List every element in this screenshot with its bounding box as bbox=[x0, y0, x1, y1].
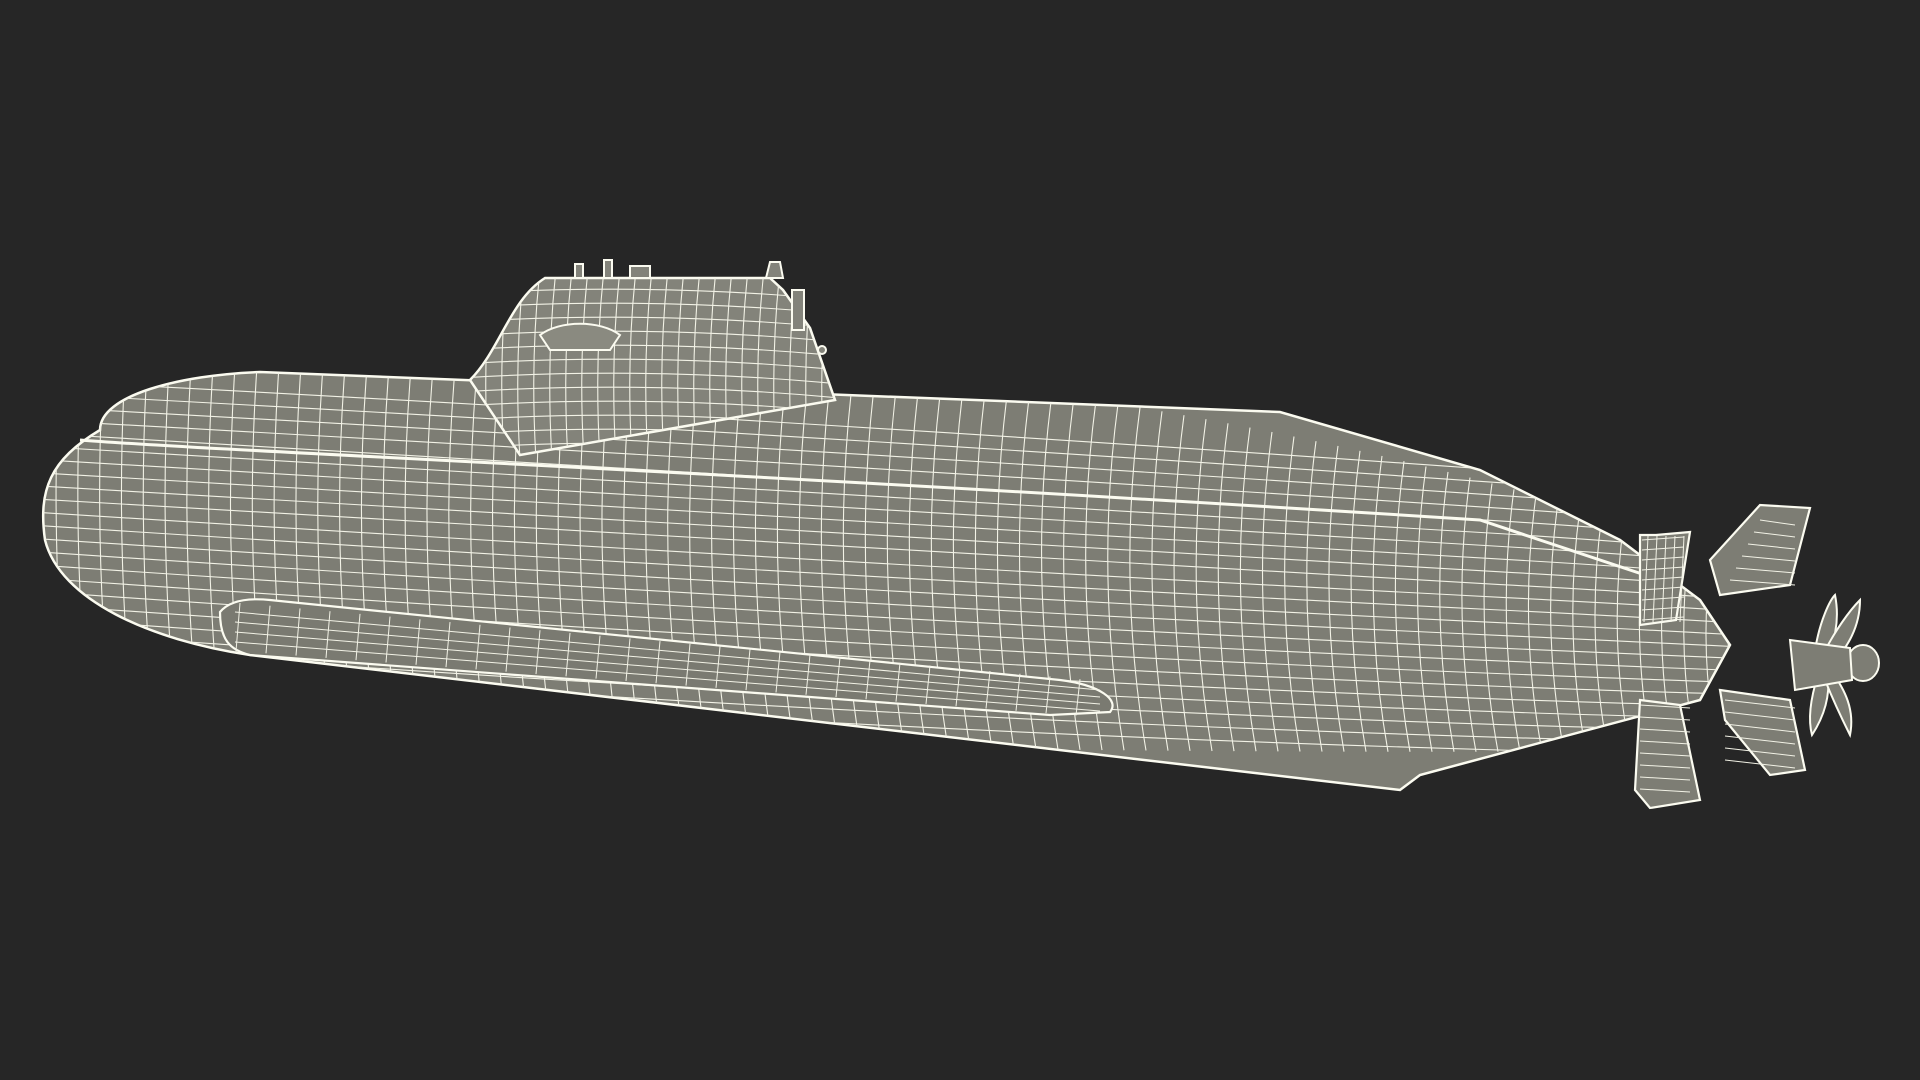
propeller bbox=[1788, 592, 1880, 739]
upper-fin-rear bbox=[1708, 503, 1812, 597]
lower-fin bbox=[1633, 698, 1702, 810]
render-viewport bbox=[0, 0, 1920, 1080]
hull bbox=[41, 370, 1732, 792]
sail-hatch bbox=[538, 322, 622, 351]
submarine-model bbox=[41, 259, 1880, 810]
lower-fin-rear bbox=[1718, 688, 1807, 777]
propeller-shaft-cone bbox=[1788, 638, 1854, 692]
